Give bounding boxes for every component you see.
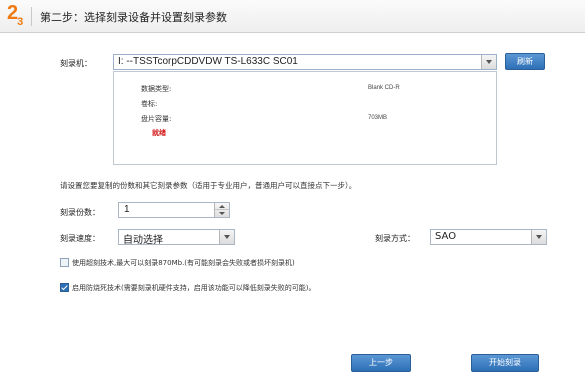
stepper-buttons xyxy=(214,203,229,217)
buffer-protection-label: 启用防烧死技术(需要刻录机硬件支持，启用该功能可以降低刻录失败的可能)。 xyxy=(72,284,316,292)
step-indicator: 23 xyxy=(7,2,24,28)
burner-select-value: I: --TSSTcorpCDDVDW TS-L633C SC01 xyxy=(118,56,298,67)
settings-hint: 请设置您要复制的份数和其它刻录参数（适用于专业用户，普通用户可以直接点下一步）。 xyxy=(60,181,357,190)
copies-value: 1 xyxy=(124,204,130,215)
capacity-value: 703MB xyxy=(368,115,388,121)
volume-label: 卷标: xyxy=(141,100,158,108)
overburn-checkbox[interactable] xyxy=(60,258,69,267)
speed-label: 刻录速度： xyxy=(60,234,100,243)
copies-stepper[interactable]: 1 xyxy=(118,202,230,218)
burner-label: 刻录机： xyxy=(60,59,92,68)
step-total: 3 xyxy=(17,16,24,28)
speed-select[interactable]: 自动选择 xyxy=(118,229,235,246)
chevron-down-icon[interactable] xyxy=(481,55,496,69)
buffer-protection-checkbox[interactable] xyxy=(60,283,69,292)
mode-value: SAO xyxy=(435,231,457,242)
disc-type-label: 数据类型: xyxy=(141,85,172,93)
disc-info-panel: 数据类型: Blank CD-R 卷标: 盘片容量: 703MB 就绪 xyxy=(113,71,497,165)
capacity-label: 盘片容量: xyxy=(141,115,172,123)
mode-label: 刻录方式： xyxy=(375,234,415,243)
chevron-down-icon[interactable] xyxy=(531,230,546,244)
refresh-button[interactable]: 刷新 xyxy=(505,53,545,70)
burner-select[interactable]: I: --TSSTcorpCDDVDW TS-L633C SC01 xyxy=(113,54,497,70)
header-divider xyxy=(31,7,32,26)
copies-label: 刻录份数： xyxy=(60,208,100,217)
wizard-header: 23 第二步：选择刻录设备并设置刻录参数 xyxy=(0,0,585,33)
speed-value: 自动选择 xyxy=(123,235,163,246)
increment-icon[interactable] xyxy=(215,203,229,210)
mode-select[interactable]: SAO xyxy=(430,229,547,245)
start-burn-button[interactable]: 开始刻录 xyxy=(471,354,539,372)
disc-type-value: Blank CD-R xyxy=(368,85,400,91)
chevron-down-icon[interactable] xyxy=(219,230,234,244)
page-title: 第二步：选择刻录设备并设置刻录参数 xyxy=(40,11,227,24)
overburn-label: 使用超刻技术,最大可以刻录870Mb.(有可能刻录会失败或者损坏刻录机) xyxy=(72,259,295,267)
back-button[interactable]: 上一步 xyxy=(351,354,411,372)
status-badge: 就绪 xyxy=(152,129,166,137)
decrement-icon[interactable] xyxy=(215,210,229,217)
